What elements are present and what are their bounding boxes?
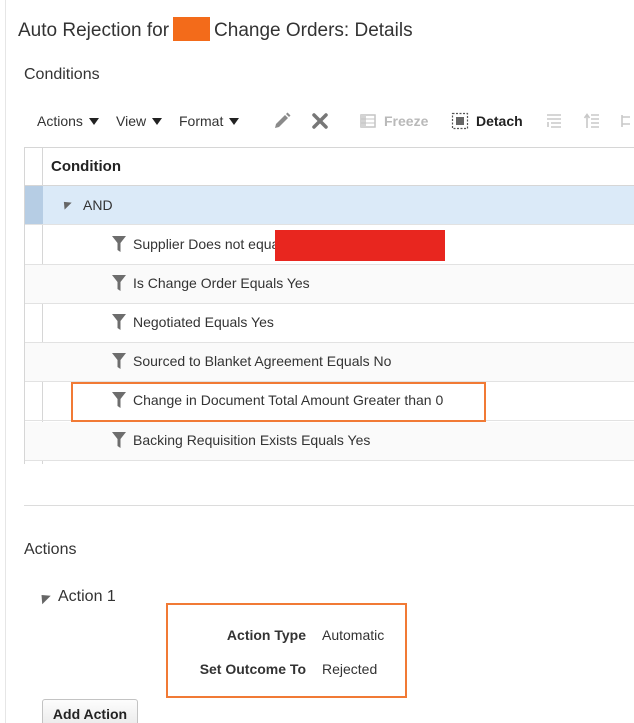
actions-menu[interactable]: Actions (37, 106, 99, 136)
conditions-toolbar: Actions View Format Freeze Detach (24, 106, 634, 136)
set-outcome-label: Set Outcome To (199, 661, 306, 677)
table-row[interactable]: Negotiated Equals Yes (25, 304, 634, 343)
freeze-label: Freeze (384, 113, 429, 129)
delete-button[interactable] (311, 106, 329, 136)
pencil-icon (275, 112, 291, 128)
filter-icon (112, 236, 126, 252)
wrap-icon (547, 114, 561, 128)
page-title-suffix: Change Orders: Details (214, 20, 413, 41)
highlight-box-condition (71, 382, 486, 422)
condition-text: Sourced to Blanket Agreement Equals No (133, 353, 392, 369)
view-menu[interactable]: View (116, 106, 163, 136)
edit-button[interactable] (272, 106, 292, 136)
table-header-row: Condition (25, 148, 634, 186)
view-menu-label: View (116, 113, 147, 129)
column-header-condition[interactable]: Condition (51, 158, 121, 175)
filter-icon (112, 353, 126, 369)
redacted-title-block (173, 17, 211, 41)
chevron-down-icon (229, 117, 240, 125)
format-menu[interactable]: Format (179, 106, 240, 136)
chevron-down-icon (152, 117, 163, 125)
chevron-down-icon (88, 117, 99, 125)
filter-icon (112, 275, 126, 291)
add-action-button[interactable]: Add Action (42, 699, 138, 723)
freeze-icon (360, 114, 376, 128)
move-up-icon (583, 113, 599, 128)
action-type-label: Action Type (226, 627, 306, 643)
detach-icon (451, 112, 469, 130)
table-row[interactable]: Is Change Order Equals Yes (25, 265, 634, 304)
freeze-button[interactable]: Freeze (360, 106, 428, 136)
wrap-button[interactable] (545, 106, 563, 136)
filter-icon (112, 314, 126, 330)
x-icon (312, 113, 328, 129)
redacted-supplier-value (275, 230, 445, 261)
action-1-toggle[interactable]: Action 1 (37, 588, 116, 606)
table-row[interactable]: Sourced to Blanket Agreement Equals No (25, 343, 634, 382)
action-type-value: Automatic (322, 627, 385, 643)
action-1-label: Action 1 (58, 588, 116, 605)
expand-icon (621, 115, 630, 127)
condition-text: Is Change Order Equals Yes (133, 275, 310, 291)
condition-text: Backing Requisition Exists Equals Yes (133, 432, 371, 448)
move-up-button[interactable] (583, 106, 601, 136)
actions-heading: Actions (24, 541, 77, 558)
actions-menu-label: Actions (37, 113, 83, 129)
condition-cell: Is Change Order Equals Yes (111, 274, 310, 292)
condition-cell: Backing Requisition Exists Equals Yes (111, 431, 370, 449)
page-left-border (5, 0, 6, 723)
table-row[interactable]: Supplier Does not equal (25, 226, 634, 265)
condition-cell: Sourced to Blanket Agreement Equals No (111, 352, 391, 370)
detach-label: Detach (476, 113, 523, 129)
detach-button[interactable]: Detach (451, 106, 523, 136)
page-title-prefix: Auto Rejection for (18, 20, 170, 41)
page-title: Auto Rejection for Change Orders: Details (18, 17, 413, 42)
format-menu-label: Format (179, 113, 224, 129)
collapse-triangle-icon[interactable] (60, 198, 72, 210)
condition-cell: Supplier Does not equal (111, 235, 282, 253)
highlight-box-action (166, 603, 407, 698)
and-group-label: AND (83, 197, 113, 213)
collapse-triangle-icon (37, 590, 51, 604)
expand-button[interactable] (620, 106, 634, 136)
conditions-heading: Conditions (24, 66, 100, 83)
condition-text: Negotiated Equals Yes (133, 314, 274, 330)
table-row-and[interactable]: AND (25, 186, 634, 225)
condition-text: Supplier Does not equal (133, 236, 283, 252)
condition-cell: Negotiated Equals Yes (111, 313, 274, 331)
table-row[interactable]: Backing Requisition Exists Equals Yes (25, 422, 634, 461)
section-divider (24, 505, 634, 506)
set-outcome-value: Rejected (322, 661, 378, 677)
filter-icon (112, 432, 126, 448)
row-selector[interactable] (25, 186, 43, 224)
